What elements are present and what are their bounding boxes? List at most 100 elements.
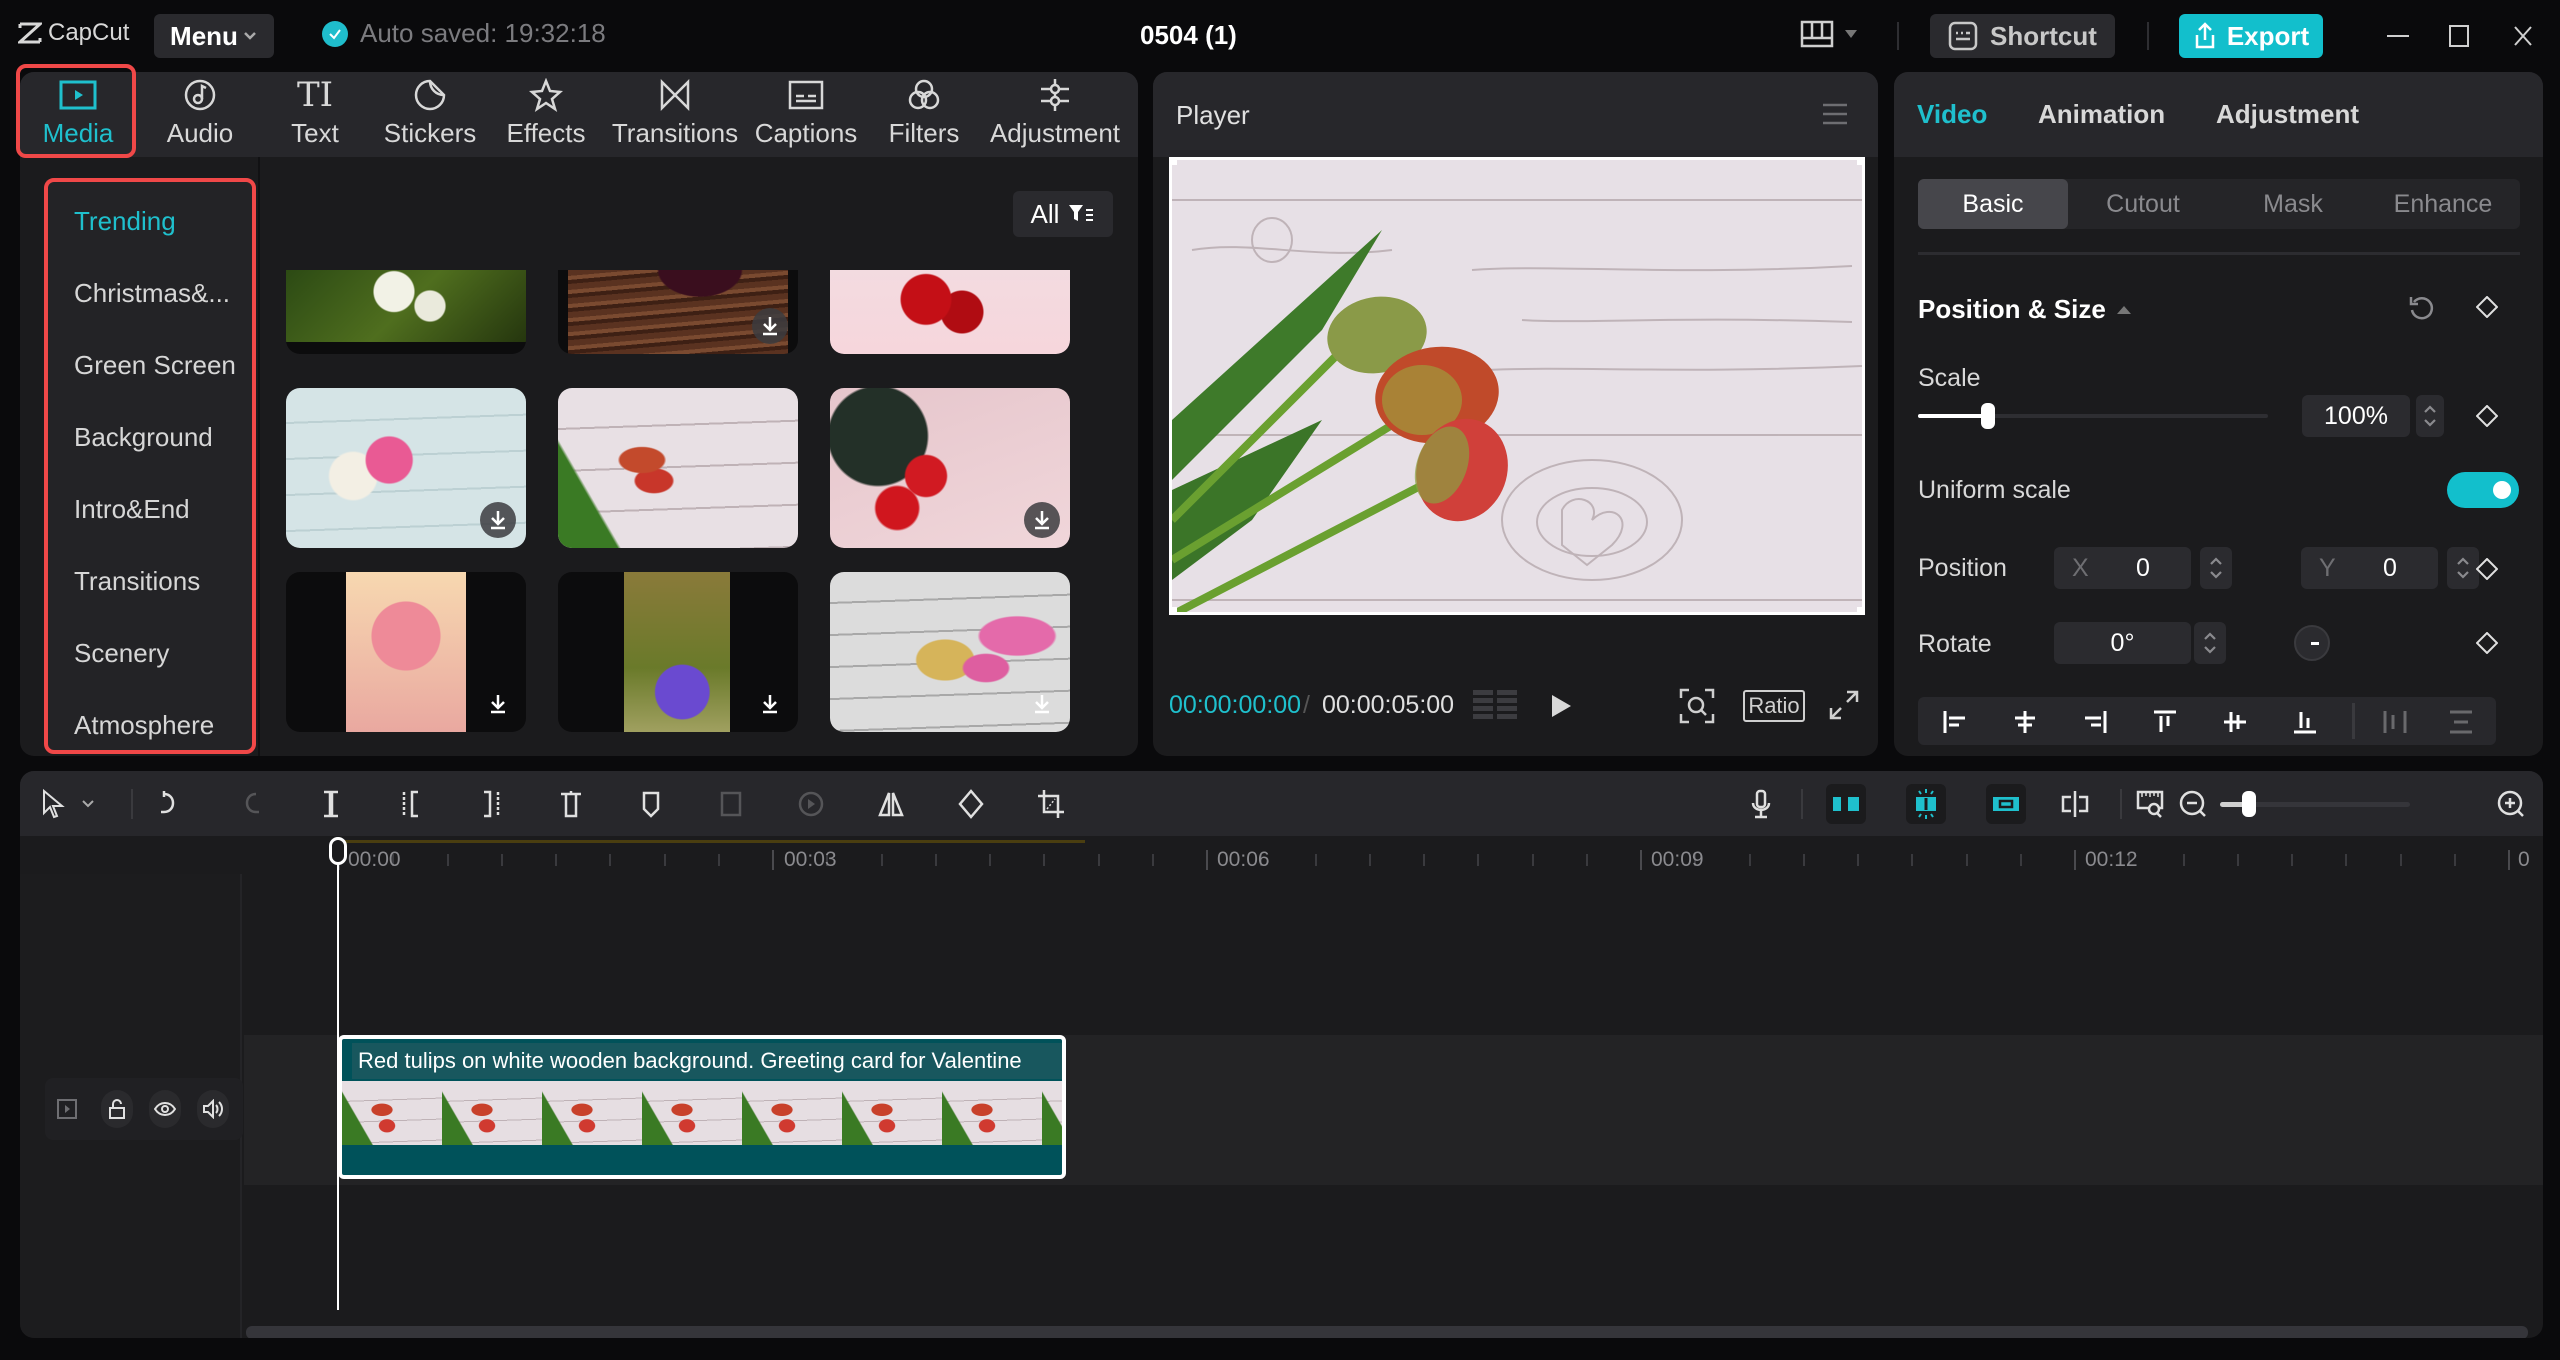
- category-transitions[interactable]: Transitions: [74, 566, 200, 597]
- shortcut-button[interactable]: Shortcut: [1930, 14, 2115, 58]
- download-button[interactable]: [752, 308, 788, 344]
- scale-input[interactable]: 100%: [2302, 395, 2410, 437]
- tab-captions[interactable]: Captions: [736, 76, 876, 154]
- scale-stepper[interactable]: [2416, 395, 2444, 437]
- rotate-stepper[interactable]: [2194, 622, 2226, 664]
- align-center-v-icon[interactable]: [2222, 709, 2248, 735]
- preview-axis-button[interactable]: [2058, 787, 2092, 821]
- fullscreen-icon[interactable]: [1829, 690, 1859, 720]
- subtab-cutout[interactable]: Cutout: [2068, 179, 2218, 229]
- distribute-h-icon[interactable]: [2382, 709, 2408, 735]
- rotate-button[interactable]: [954, 787, 988, 821]
- tab-adjustment[interactable]: Adjustment: [2216, 99, 2359, 130]
- close-button[interactable]: [2505, 20, 2541, 52]
- reverse-button[interactable]: [794, 787, 828, 821]
- zoom-to-fit-button[interactable]: [2134, 787, 2168, 821]
- delete-right-button[interactable]: [474, 787, 508, 821]
- linkage-button[interactable]: [1986, 784, 2026, 824]
- tab-filters[interactable]: Filters: [864, 76, 984, 154]
- download-button[interactable]: [480, 502, 516, 538]
- position-x-stepper[interactable]: [2200, 547, 2232, 589]
- tab-adjustment[interactable]: Adjustment: [970, 76, 1138, 154]
- tab-animation[interactable]: Animation: [2038, 99, 2165, 130]
- auto-snap-button[interactable]: [1906, 784, 1946, 824]
- subtab-enhance[interactable]: Enhance: [2368, 179, 2518, 229]
- main-track-magnet-button[interactable]: [1826, 784, 1866, 824]
- distribute-v-icon[interactable]: [2448, 709, 2474, 735]
- download-button[interactable]: [1024, 502, 1060, 538]
- record-audio-button[interactable]: [1744, 787, 1778, 821]
- download-button[interactable]: [480, 686, 516, 722]
- download-button[interactable]: [1024, 686, 1060, 722]
- subtab-basic[interactable]: Basic: [1918, 179, 2068, 229]
- keyframe-icon[interactable]: [2476, 558, 2498, 580]
- marker-button[interactable]: [634, 787, 668, 821]
- position-x-input[interactable]: X 0: [2054, 547, 2191, 589]
- mirror-button[interactable]: [874, 787, 908, 821]
- media-thumbnail[interactable]: [286, 270, 526, 354]
- crop-button[interactable]: [1034, 787, 1068, 821]
- resize-handle[interactable]: [1172, 160, 1177, 165]
- uniform-scale-toggle[interactable]: [2447, 472, 2519, 508]
- scale-slider[interactable]: [1918, 403, 2268, 429]
- rotate-dial[interactable]: [2294, 625, 2330, 661]
- category-trending[interactable]: Trending: [74, 206, 176, 237]
- rotate-input[interactable]: 0°: [2054, 622, 2191, 664]
- select-tool-dropdown[interactable]: [78, 787, 98, 821]
- mute-track-button[interactable]: [197, 1090, 229, 1128]
- align-left-icon[interactable]: [1942, 709, 1968, 735]
- tab-media[interactable]: Media: [28, 76, 128, 154]
- category-christmas[interactable]: Christmas&...: [74, 278, 230, 309]
- scale-slider-thumb[interactable]: [1981, 403, 1995, 429]
- zoom-in-button[interactable]: [2494, 787, 2528, 821]
- play-button[interactable]: [1549, 693, 1573, 719]
- download-button[interactable]: [752, 686, 788, 722]
- lock-track-button[interactable]: [101, 1090, 133, 1128]
- zoom-fit-icon[interactable]: [1679, 688, 1715, 724]
- media-thumbnail[interactable]: [830, 388, 1070, 548]
- minimize-button[interactable]: [2380, 20, 2416, 52]
- category-atmosphere[interactable]: Atmosphere: [74, 710, 214, 741]
- zoom-out-button[interactable]: [2176, 787, 2210, 821]
- category-background[interactable]: Background: [74, 422, 213, 453]
- align-right-icon[interactable]: [2082, 709, 2108, 735]
- position-y-stepper[interactable]: [2447, 547, 2479, 589]
- position-y-input[interactable]: Y 0: [2301, 547, 2438, 589]
- delete-button[interactable]: [554, 787, 588, 821]
- media-thumbnail[interactable]: [830, 270, 1070, 354]
- media-thumbnail[interactable]: [830, 572, 1070, 732]
- tab-text[interactable]: TI Text: [265, 75, 365, 154]
- category-scenery[interactable]: Scenery: [74, 638, 169, 669]
- align-bottom-icon[interactable]: [2292, 709, 2318, 735]
- media-thumbnail[interactable]: [558, 388, 798, 548]
- tab-transitions[interactable]: Transitions: [595, 76, 755, 154]
- tab-effects[interactable]: Effects: [486, 76, 606, 154]
- align-top-icon[interactable]: [2152, 709, 2178, 735]
- media-thumbnail[interactable]: [558, 270, 798, 354]
- menu-button[interactable]: Menu: [154, 14, 274, 58]
- video-preview[interactable]: [1169, 157, 1865, 615]
- timeline-zoom-slider[interactable]: [2220, 791, 2410, 817]
- tab-video[interactable]: Video: [1917, 99, 1987, 130]
- keyframe-icon[interactable]: [2476, 632, 2498, 654]
- delete-left-button[interactable]: [394, 787, 428, 821]
- media-thumbnail[interactable]: [286, 572, 526, 732]
- align-center-h-icon[interactable]: [2012, 709, 2038, 735]
- video-clip[interactable]: Red tulips on white wooden background. G…: [338, 1035, 1066, 1179]
- media-thumbnail[interactable]: [286, 388, 526, 548]
- freeze-button[interactable]: [714, 787, 748, 821]
- subtab-mask[interactable]: Mask: [2218, 179, 2368, 229]
- layout-button[interactable]: [1800, 20, 1858, 48]
- category-green-screen[interactable]: Green Screen: [74, 350, 236, 381]
- hide-track-button[interactable]: [149, 1090, 181, 1128]
- filter-button[interactable]: All: [1013, 191, 1113, 237]
- track-video-toggle[interactable]: [51, 1090, 83, 1128]
- keyframe-icon[interactable]: [2476, 296, 2498, 318]
- position-size-header[interactable]: Position & Size: [1918, 294, 2132, 325]
- redo-button[interactable]: [234, 787, 268, 821]
- maximize-button[interactable]: [2441, 20, 2477, 52]
- keyframe-icon[interactable]: [2476, 405, 2498, 427]
- playhead-handle[interactable]: [329, 837, 347, 865]
- undo-button[interactable]: [152, 787, 186, 821]
- timeline-horizontal-scrollbar[interactable]: [246, 1326, 2528, 1338]
